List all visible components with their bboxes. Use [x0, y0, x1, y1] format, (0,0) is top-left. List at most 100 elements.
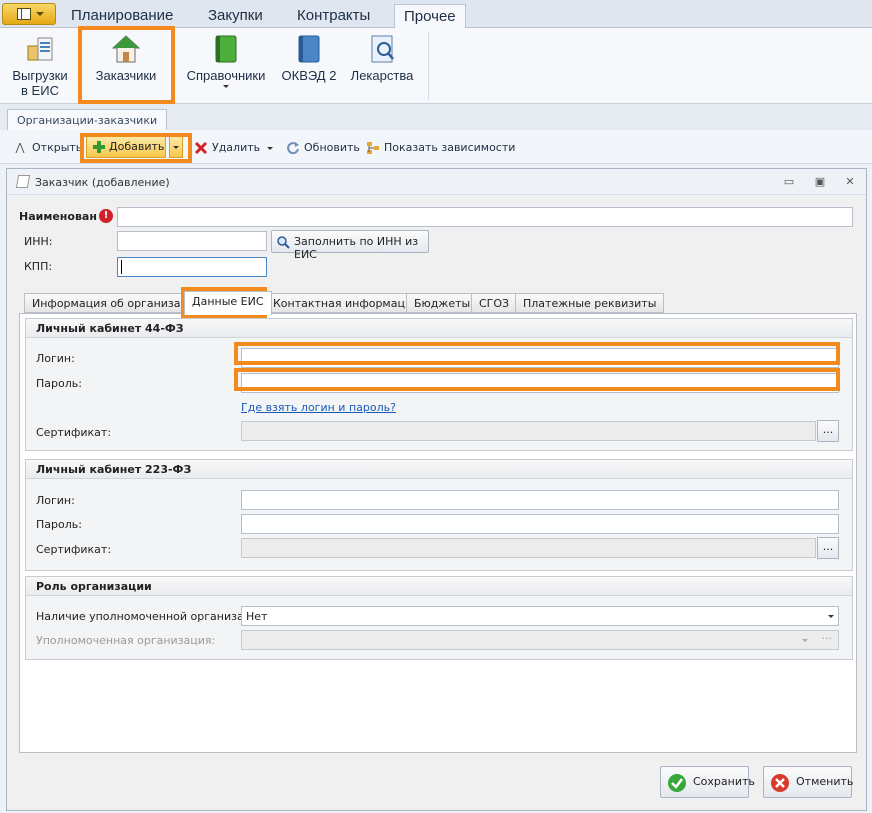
name-input[interactable] [117, 207, 853, 227]
app-menu-icon [17, 8, 31, 20]
org-role-group: Роль организации Наличие уполномоченной … [25, 576, 853, 660]
help-login-link[interactable]: Где взять логин и пароль? [241, 401, 396, 414]
fill-by-inn-label: Заполнить по ИНН из ЕИС [294, 235, 419, 261]
password-223-input[interactable] [241, 514, 839, 534]
show-dependencies-button[interactable]: Показать зависимости [366, 138, 515, 158]
directories-label: Справочники [186, 68, 266, 83]
tab-eis-data[interactable]: Данные ЕИС [184, 291, 272, 315]
tab-other[interactable]: Прочее [394, 4, 466, 28]
certificate-44-input [241, 421, 816, 441]
ellipsis-icon: ··· [821, 632, 833, 645]
tab-sgoz[interactable]: СГОЗ [471, 293, 518, 313]
inn-label: ИНН: [24, 235, 53, 248]
kpp-input[interactable] [117, 257, 267, 277]
chevron-down-icon [36, 12, 44, 16]
save-button[interactable]: Сохранить [660, 766, 755, 798]
tab-contact-info[interactable]: Контактная информация [265, 293, 427, 313]
login-223-label: Логин: [36, 494, 75, 507]
medicines-button[interactable]: Лекарства [346, 32, 418, 83]
tab-purchases[interactable]: Закупки [199, 4, 272, 28]
customer-add-dialog: Заказчик (добавление) ▭ ▣ ✕ Наименован !… [6, 168, 867, 811]
certificate-223-browse-button[interactable]: ... [817, 537, 839, 559]
error-icon: ! [99, 209, 113, 223]
login-44-label: Логин: [36, 352, 75, 365]
authorized-present-select[interactable]: Нет [241, 606, 839, 626]
certificate-44-label: Сертификат: [36, 426, 112, 439]
cabinet-44fz-group: Личный кабинет 44-ФЗ Логин: Пароль: Где … [25, 318, 853, 451]
okved2-label: ОКВЭД 2 [281, 68, 337, 83]
directories-button[interactable]: Справочники [180, 32, 272, 88]
upload-eis-button[interactable]: Выгрузки в ЕИС [6, 32, 74, 98]
upload-eis-label-1: Выгрузки [12, 68, 68, 83]
okved2-button[interactable]: ОКВЭД 2 [278, 32, 340, 83]
cancel-label: Отменить [796, 775, 854, 788]
login-44-input[interactable] [241, 348, 839, 368]
cabinet-223fz-group: Личный кабинет 223-ФЗ Логин: Пароль: Сер… [25, 459, 853, 571]
add-label: Добавить [109, 140, 165, 153]
delete-icon [194, 141, 208, 155]
authorized-org-label: Уполномоченная организация: [36, 634, 216, 647]
fill-by-inn-button[interactable]: Заполнить по ИНН из ЕИС [271, 230, 429, 261]
upload-boxes-icon [24, 32, 56, 66]
tab-contracts[interactable]: Контракты [288, 4, 379, 28]
plus-icon [93, 141, 105, 153]
search-icon [277, 236, 290, 249]
password-223-label: Пароль: [36, 518, 82, 531]
refresh-button[interactable]: Обновить [286, 138, 360, 158]
certificate-223-label: Сертификат: [36, 543, 112, 556]
customers-button[interactable]: Заказчики [86, 32, 166, 83]
chevron-down-icon [828, 615, 834, 618]
minimize-icon[interactable]: ▭ [782, 175, 796, 189]
inn-input[interactable] [117, 231, 267, 251]
dialog-icon [15, 175, 31, 188]
open-icon [15, 142, 25, 154]
login-223-input[interactable] [241, 490, 839, 510]
cancel-button[interactable]: Отменить [763, 766, 854, 798]
close-icon[interactable]: ✕ [843, 175, 857, 189]
checkmark-icon [668, 774, 686, 792]
add-button[interactable]: Добавить [86, 136, 166, 158]
dependencies-icon [367, 142, 379, 154]
toolbar: Открыть Добавить Удалить Обновить Показа… [0, 130, 872, 164]
password-44-label: Пароль: [36, 377, 82, 390]
add-dropdown-button[interactable] [169, 136, 183, 158]
tab-payment-details[interactable]: Платежные реквизиты [515, 293, 665, 313]
dialog-title: Заказчик (добавление) [35, 176, 170, 189]
dialog-titlebar: Заказчик (добавление) ▭ ▣ ✕ [7, 169, 866, 195]
menu-bar: Планирование Закупки Контракты Прочее [0, 0, 872, 28]
org-role-title: Роль организации [26, 577, 852, 596]
document-tabs: Организации-заказчики [0, 104, 872, 130]
certificate-223-input [241, 538, 816, 558]
save-label: Сохранить [693, 775, 755, 788]
restore-icon[interactable]: ▣ [813, 175, 827, 189]
dependencies-label: Показать зависимости [384, 141, 516, 154]
authorized-org-select: ··· [241, 630, 839, 650]
eis-data-panel: Личный кабинет 44-ФЗ Логин: Пароль: Где … [19, 313, 857, 753]
chevron-down-icon [223, 85, 229, 88]
tab-organizations-customers[interactable]: Организации-заказчики [7, 109, 168, 130]
delete-button[interactable]: Удалить [194, 138, 260, 158]
green-book-icon [210, 32, 242, 66]
authorized-present-value: Нет [246, 610, 268, 623]
house-icon [110, 32, 142, 66]
app-menu-button[interactable] [2, 3, 56, 25]
certificate-44-browse-button[interactable]: ... [817, 420, 839, 442]
tab-planning[interactable]: Планирование [62, 4, 182, 28]
password-44-input[interactable] [241, 373, 839, 393]
blue-book-icon [293, 32, 325, 66]
cabinet-223fz-title: Личный кабинет 223-ФЗ [26, 460, 852, 479]
delete-label: Удалить [212, 141, 261, 154]
cabinet-44fz-title: Личный кабинет 44-ФЗ [26, 319, 852, 338]
name-label: Наименован [19, 210, 97, 223]
kpp-label: КПП: [24, 260, 53, 273]
authorized-present-label: Наличие уполномоченной организации: [36, 610, 270, 623]
ribbon: Выгрузки в ЕИС Заказчики Справочники ОКВ… [0, 28, 872, 104]
delete-dropdown-icon[interactable] [267, 147, 273, 150]
upload-eis-label-2: в ЕИС [21, 83, 59, 98]
open-label: Открыть [32, 141, 83, 154]
refresh-icon [287, 142, 299, 155]
tab-budgets[interactable]: Бюджеты [406, 293, 479, 313]
notebook-search-icon [366, 32, 398, 66]
tab-org-info[interactable]: Информация об организации [24, 293, 211, 313]
open-button[interactable]: Открыть [14, 138, 82, 158]
